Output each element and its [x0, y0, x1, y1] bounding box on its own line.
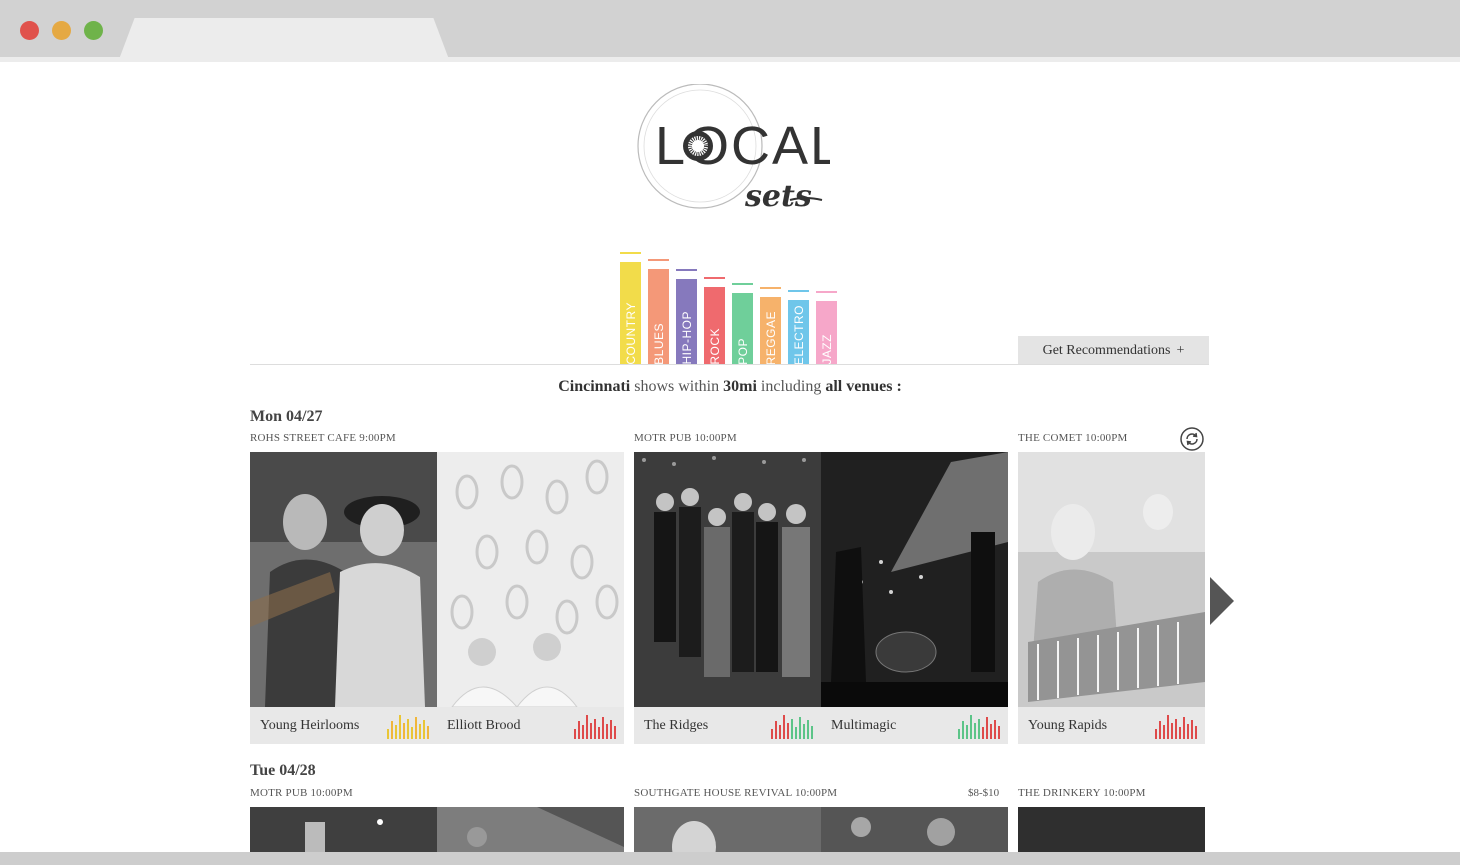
close-window-button[interactable]	[20, 21, 39, 40]
genre-cap	[760, 287, 781, 289]
day-heading: Tue 04/28	[250, 762, 316, 779]
equalizer-icon	[771, 713, 813, 739]
act-name[interactable]: Young Rapids	[1028, 718, 1107, 734]
act-photo	[250, 452, 437, 707]
venue-label[interactable]: MOTR PUB 10:00PM	[250, 787, 353, 799]
act-photo[interactable]	[1018, 807, 1205, 857]
page-viewport: LOCAL sets COUNTRY BLUES HIP-HOP ROCK POP REG…	[0, 57, 1460, 857]
act-card[interactable]: Elliott Brood	[437, 452, 624, 744]
genre-cap	[620, 252, 641, 254]
equalizer-icon	[958, 713, 1000, 739]
genre-label: HIP-HOP	[679, 311, 694, 365]
venue-label[interactable]: ROHS STREET CAFE 9:00PM	[250, 432, 396, 444]
summary-venues[interactable]: all venues	[825, 378, 892, 395]
act-card[interactable]: Young Heirlooms	[250, 452, 437, 744]
act-card[interactable]: Multimagic	[821, 452, 1008, 744]
window-bottom-edge	[0, 852, 1460, 865]
equalizer-icon	[387, 713, 429, 739]
divider	[250, 364, 1209, 365]
genre-bar-country[interactable]: COUNTRY	[620, 262, 641, 365]
logo-word: LOCAL	[655, 116, 830, 176]
act-name[interactable]: Multimagic	[831, 718, 896, 734]
plus-icon: +	[1176, 342, 1185, 358]
genre-label: JAZZ	[819, 334, 834, 365]
genre-filter: COUNTRY BLUES HIP-HOP ROCK POP REGGAE ELECTRO J…	[620, 230, 840, 365]
genre-label: BLUES	[651, 323, 666, 365]
logo-script: sets	[744, 179, 812, 214]
act-card[interactable]: Young Rapids	[1018, 452, 1205, 744]
search-summary: Cincinnati shows within 30mi including a…	[0, 378, 1460, 396]
summary-text-1: shows within	[634, 378, 720, 395]
act-photo	[1018, 452, 1205, 707]
genre-label: ROCK	[707, 328, 722, 365]
genre-cap	[788, 290, 809, 292]
genre-cap	[648, 259, 669, 261]
venue-label[interactable]: THE COMET 10:00PM	[1018, 432, 1128, 444]
act-photo[interactable]	[634, 807, 821, 857]
genre-bar-blues[interactable]: BLUES	[648, 269, 669, 365]
genre-bar-electro[interactable]: ELECTRO	[788, 300, 809, 365]
genre-bar-jazz[interactable]: JAZZ	[816, 301, 837, 365]
act-name[interactable]: The Ridges	[644, 718, 708, 734]
genre-bar-pop[interactable]: POP	[732, 293, 753, 365]
summary-city[interactable]: Cincinnati	[558, 378, 630, 395]
equalizer-icon	[574, 713, 616, 739]
refresh-icon[interactable]	[1180, 427, 1204, 451]
genre-bar-hip-hop[interactable]: HIP-HOP	[676, 279, 697, 365]
act-card[interactable]: The Ridges	[634, 452, 821, 744]
act-photo[interactable]	[437, 807, 624, 857]
act-photo	[634, 452, 821, 707]
summary-colon: :	[896, 378, 902, 395]
genre-cap	[676, 269, 697, 271]
get-recommendations-button[interactable]: Get Recommendations +	[1018, 336, 1209, 365]
genre-bar-rock[interactable]: ROCK	[704, 287, 725, 365]
act-photo	[437, 452, 624, 707]
genre-label: REGGAE	[763, 310, 778, 365]
chevron-right-icon[interactable]	[1210, 577, 1234, 625]
venue-label[interactable]: SOUTHGATE HOUSE REVIVAL 10:00PM	[634, 787, 837, 799]
maximize-window-button[interactable]	[84, 21, 103, 40]
genre-label: ELECTRO	[791, 304, 806, 365]
browser-tab[interactable]	[118, 18, 450, 62]
venue-label[interactable]: THE DRINKERY 10:00PM	[1018, 787, 1146, 799]
act-name[interactable]: Elliott Brood	[447, 718, 521, 734]
summary-text-2: including	[760, 378, 822, 395]
act-photo[interactable]	[250, 807, 437, 857]
minimize-window-button[interactable]	[52, 21, 71, 40]
act-name[interactable]: Young Heirlooms	[260, 718, 359, 734]
act-photo	[821, 452, 1008, 707]
equalizer-icon	[1155, 713, 1197, 739]
genre-label: POP	[735, 338, 750, 365]
get-recommendations-label: Get Recommendations	[1042, 342, 1171, 358]
genre-cap	[704, 277, 725, 279]
genre-cap	[732, 283, 753, 285]
local-sets-logo[interactable]: LOCAL sets	[630, 84, 830, 214]
browser-window: LOCAL sets COUNTRY BLUES HIP-HOP ROCK POP REG…	[0, 0, 1460, 865]
day-heading: Mon 04/27	[250, 408, 323, 425]
act-photo[interactable]	[821, 807, 1008, 857]
genre-bar-reggae[interactable]: REGGAE	[760, 297, 781, 365]
genre-label: COUNTRY	[623, 302, 638, 365]
summary-radius[interactable]: 30mi	[723, 378, 757, 395]
price-label: $8-$10	[968, 787, 1000, 799]
genre-cap	[816, 291, 837, 293]
venue-label[interactable]: MOTR PUB 10:00PM	[634, 432, 737, 444]
